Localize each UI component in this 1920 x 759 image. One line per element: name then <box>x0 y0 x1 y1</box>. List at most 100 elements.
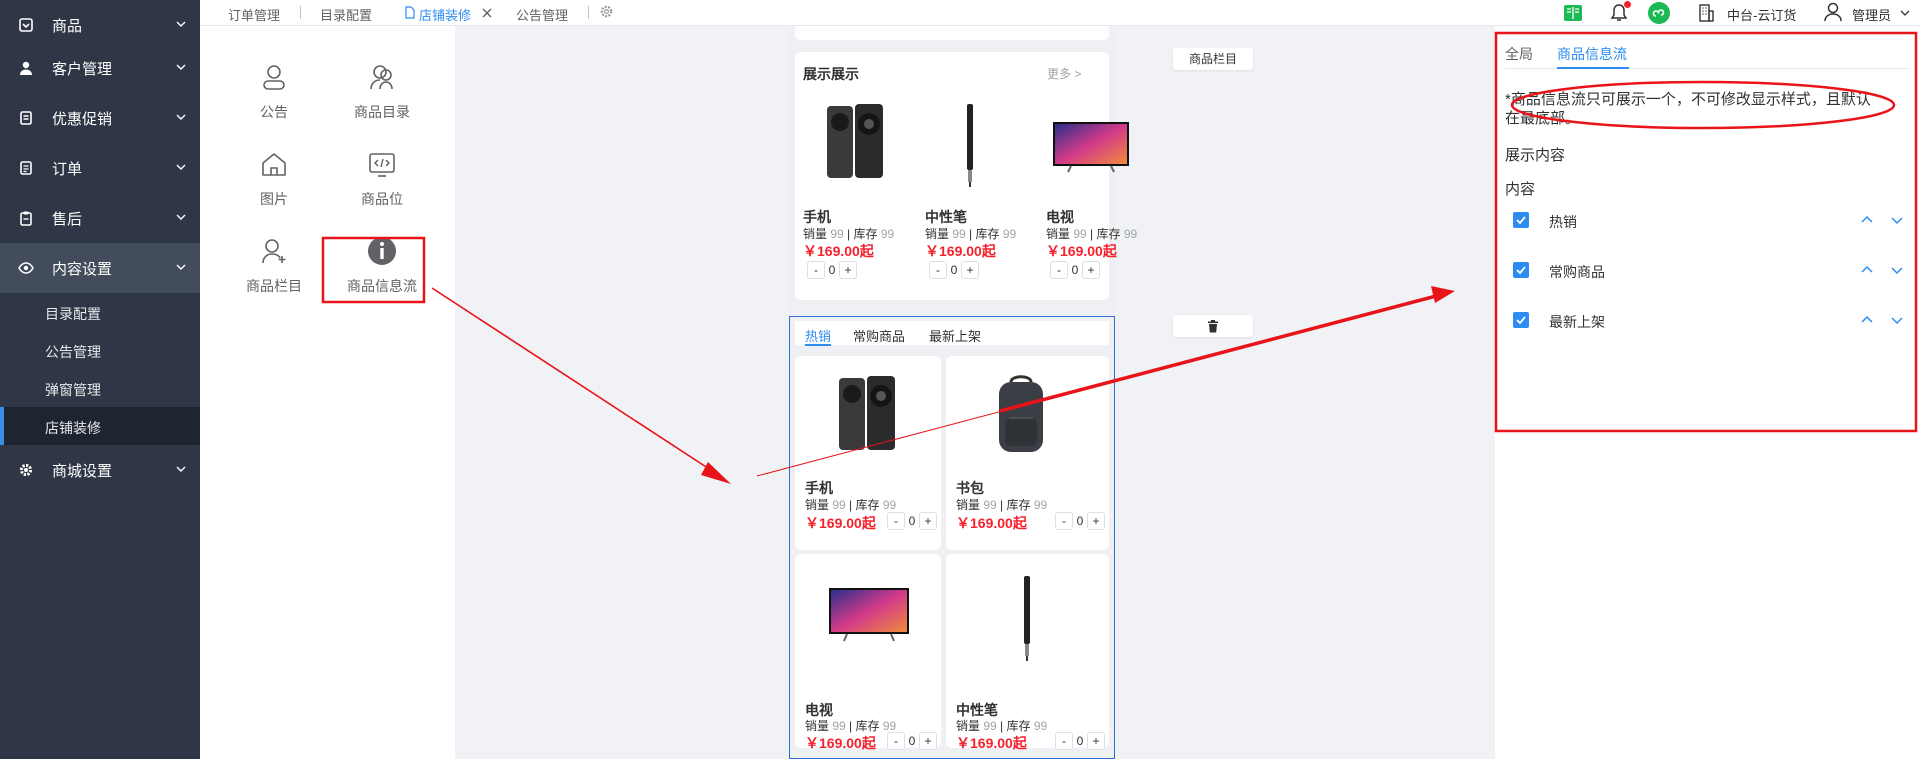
sidebar: 商品 客户管理 优惠促销 订单 售后 内容设置 目录配置 公告管理 弹窗管理 店… <box>0 0 200 759</box>
content-item-checkbox[interactable] <box>1513 262 1529 278</box>
increment-button[interactable]: + <box>839 261 857 279</box>
component-palette: 公告 商品目录 图片 商品位 商品栏目 商品信息流 <box>200 26 455 759</box>
increment-button[interactable]: + <box>1087 732 1105 750</box>
product-image-tv[interactable] <box>1051 120 1131 176</box>
move-down-icon[interactable] <box>1889 212 1905 228</box>
product-price: ￥169.00起 <box>1046 243 1117 259</box>
tab-order-management[interactable]: 订单管理 <box>228 5 280 24</box>
decrement-button[interactable]: - <box>929 261 947 279</box>
user-avatar-icon[interactable] <box>1822 1 1844 23</box>
component-label: 商品位 <box>361 191 403 207</box>
content-item-checkbox[interactable] <box>1513 212 1529 228</box>
feed-tab-new[interactable]: 最新上架 <box>929 326 981 345</box>
tab-product-feed[interactable]: 商品信息流 <box>1557 44 1627 64</box>
product-price: ￥169.00起 <box>805 735 876 751</box>
tab-catalog-config[interactable]: 目录配置 <box>320 5 372 24</box>
product-image-pen <box>1024 576 1030 661</box>
feed-tab-hot[interactable]: 热销 <box>805 326 831 345</box>
tab-store-decoration[interactable]: 店铺装修 <box>419 5 471 24</box>
product-image-pen[interactable] <box>963 102 977 188</box>
user-name[interactable]: 管理员 <box>1852 5 1891 24</box>
content-item-checkbox[interactable] <box>1513 312 1529 328</box>
feed-product-card[interactable]: 手机 销量 99 | 库存 99 ￥169.00起 - 0 + <box>795 356 941 550</box>
quantity-value[interactable]: 0 <box>905 734 919 748</box>
product-box-icon <box>19 18 33 32</box>
chevron-down-icon[interactable] <box>1900 8 1910 18</box>
increment-button[interactable]: + <box>1082 261 1100 279</box>
feed-product-card[interactable]: 电视 销量 99 | 库存 99 ￥169.00起 - 0 + <box>795 554 941 751</box>
sidebar-subitem-catalog-config[interactable]: 目录配置 <box>0 293 200 331</box>
active-tab-indicator <box>1557 67 1629 69</box>
quantity-stepper: - 0 + <box>1050 261 1100 279</box>
sidebar-subitem-label: 目录配置 <box>45 306 101 322</box>
product-name: 中性笔 <box>925 209 967 225</box>
decrement-button[interactable]: - <box>1055 512 1073 530</box>
quantity-value[interactable]: 0 <box>825 263 839 277</box>
sidebar-item-customers[interactable]: 客户管理 <box>0 43 200 93</box>
decrement-button[interactable]: - <box>887 732 905 750</box>
quantity-value[interactable]: 0 <box>947 263 961 277</box>
component-image[interactable]: 图片 <box>219 149 329 219</box>
showcase-section[interactable]: 展示展示 更多 > 手机 销量 99 | 库存 99 ￥169.00起 - 0 … <box>795 52 1137 333</box>
quantity-value[interactable]: 0 <box>1073 514 1087 528</box>
previous-section-card[interactable] <box>795 26 1109 40</box>
move-up-icon[interactable] <box>1859 212 1875 228</box>
increment-button[interactable]: + <box>919 512 937 530</box>
increment-button[interactable]: + <box>961 261 979 279</box>
component-product-slot[interactable]: 商品位 <box>327 149 437 219</box>
decrement-button[interactable]: - <box>1050 261 1068 279</box>
book-icon[interactable] <box>1562 2 1584 24</box>
sidebar-item-mall-settings[interactable]: 商城设置 <box>0 445 200 495</box>
product-image-phone[interactable] <box>823 102 887 182</box>
sidebar-subitem-announcements[interactable]: 公告管理 <box>0 331 200 369</box>
decrement-button[interactable]: - <box>807 261 825 279</box>
feed-tab-frequent[interactable]: 常购商品 <box>853 326 905 345</box>
section-tag-product-column[interactable]: 商品栏目 <box>1173 48 1253 70</box>
settings-icon[interactable] <box>599 4 614 19</box>
mini-program-icon[interactable] <box>1647 1 1671 25</box>
move-up-icon[interactable] <box>1859 262 1875 278</box>
component-label: 公告 <box>260 104 288 120</box>
sidebar-item-content-settings[interactable]: 内容设置 <box>0 243 200 293</box>
product-name: 手机 <box>805 480 833 496</box>
move-up-icon[interactable] <box>1859 312 1875 328</box>
sidebar-subitem-label: 弹窗管理 <box>45 382 101 398</box>
user-icon <box>20 61 32 75</box>
close-icon[interactable] <box>482 8 492 18</box>
tab-global[interactable]: 全局 <box>1505 44 1533 64</box>
component-announcement[interactable]: 公告 <box>219 62 329 132</box>
chevron-down-icon <box>176 214 186 220</box>
sidebar-subitem-store-decoration[interactable]: 店铺装修 <box>0 407 200 445</box>
more-link[interactable]: 更多 > <box>1047 65 1081 82</box>
quantity-value[interactable]: 0 <box>905 514 919 528</box>
increment-button[interactable]: + <box>919 732 937 750</box>
tab-announcements[interactable]: 公告管理 <box>516 5 568 24</box>
content-item-row: 常购商品 <box>1513 260 1903 280</box>
increment-button[interactable]: + <box>1087 512 1105 530</box>
sidebar-item-label: 商品 <box>52 18 83 35</box>
product-meta: 销量 99 | 库存 99 <box>956 719 1048 733</box>
component-product-feed[interactable]: 商品信息流 <box>327 236 437 306</box>
component-product-column[interactable]: 商品栏目 <box>219 236 329 306</box>
sidebar-item-orders[interactable]: 订单 <box>0 143 200 193</box>
product-meta: 销量 99 | 库存 99 <box>1046 227 1138 241</box>
user-outline-icon <box>263 65 285 90</box>
quantity-stepper: - 0 + <box>1055 732 1105 750</box>
quantity-value[interactable]: 0 <box>1068 263 1082 277</box>
move-down-icon[interactable] <box>1889 312 1905 328</box>
sidebar-subitem-popups[interactable]: 弹窗管理 <box>0 369 200 407</box>
sidebar-item-after-sales[interactable]: 售后 <box>0 193 200 243</box>
delete-section-button[interactable] <box>1173 315 1253 337</box>
quantity-stepper: - 0 + <box>887 512 937 530</box>
content-label: 内容 <box>1505 181 1536 198</box>
quantity-value[interactable]: 0 <box>1073 734 1087 748</box>
component-product-catalog[interactable]: 商品目录 <box>327 62 437 132</box>
product-price: ￥169.00起 <box>925 243 996 259</box>
sidebar-item-promotions[interactable]: 优惠促销 <box>0 93 200 143</box>
feed-product-card[interactable]: 中性笔 销量 99 | 库存 99 ￥169.00起 - 0 + <box>946 554 1109 751</box>
decrement-button[interactable]: - <box>887 512 905 530</box>
store-name[interactable]: 中台-云订货 <box>1727 5 1796 24</box>
decrement-button[interactable]: - <box>1055 732 1073 750</box>
feed-product-card[interactable]: 书包 销量 99 | 库存 99 ￥169.00起 - 0 + <box>946 356 1109 550</box>
move-down-icon[interactable] <box>1889 262 1905 278</box>
